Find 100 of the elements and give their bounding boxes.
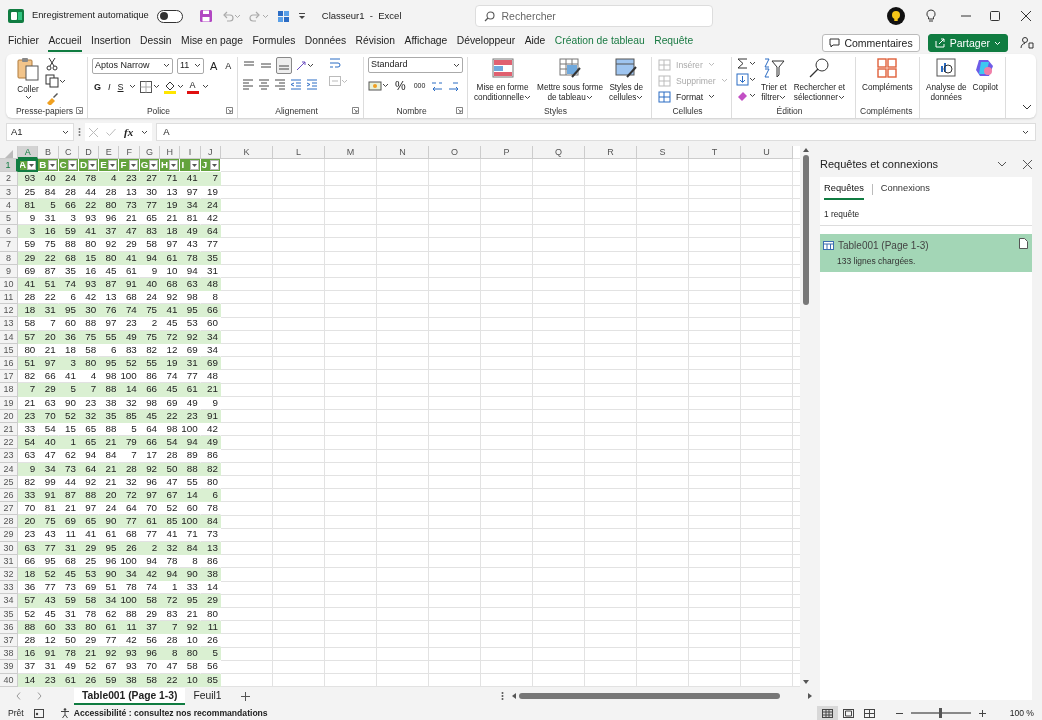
menu-tab[interactable]: Dessin xyxy=(140,34,172,52)
row-header[interactable]: 32 xyxy=(0,568,18,582)
filter-button[interactable] xyxy=(88,160,98,171)
orientation-icon[interactable] xyxy=(295,59,307,72)
analysis-button[interactable]: Copilot xyxy=(970,57,1000,103)
launcher-icon[interactable] xyxy=(456,107,463,114)
column-header[interactable]: T xyxy=(688,146,741,160)
row-header[interactable]: 28 xyxy=(0,515,18,529)
menu-tab[interactable]: Affichage xyxy=(404,34,448,52)
copy-icon[interactable] xyxy=(45,74,59,88)
column-header[interactable]: B xyxy=(38,146,59,160)
row-header[interactable]: 34 xyxy=(0,594,18,608)
column-header[interactable]: A xyxy=(18,146,39,160)
grid-icon[interactable] xyxy=(276,9,290,23)
menu-tab[interactable]: Développeur xyxy=(456,34,516,52)
editing-button[interactable]: Rechercher et sélectionner xyxy=(791,57,848,103)
search-field[interactable]: Rechercher xyxy=(474,5,713,27)
bottom-align-icon[interactable] xyxy=(276,57,292,74)
row-header[interactable]: 22 xyxy=(0,436,18,450)
currency-icon[interactable] xyxy=(368,79,382,92)
styles-button[interactable]: Mise en forme conditionnelle xyxy=(472,57,534,103)
column-header[interactable]: S xyxy=(636,146,689,160)
underline-button[interactable]: S xyxy=(115,78,126,95)
scroll-left-icon[interactable] xyxy=(512,693,516,699)
row-header[interactable]: 11 xyxy=(0,291,18,305)
menu-tab[interactable]: Requête xyxy=(654,34,694,52)
filter-button[interactable] xyxy=(47,160,57,171)
accessibility-status[interactable]: Accessibilité : consultez nos recommandations xyxy=(73,707,268,720)
panel-tab[interactable]: Requêtes xyxy=(824,179,864,201)
scroll-thumb[interactable] xyxy=(803,155,809,305)
row-header[interactable]: 18 xyxy=(0,383,18,397)
decrease-decimal-icon[interactable] xyxy=(447,79,460,92)
filter-button[interactable] xyxy=(209,160,219,171)
launcher-icon[interactable] xyxy=(352,107,359,114)
percent-button[interactable]: % xyxy=(393,77,408,94)
font-color-button[interactable]: A xyxy=(186,79,199,94)
italic-button[interactable]: I xyxy=(106,78,113,95)
menu-tab[interactable]: Mise en page xyxy=(181,34,243,52)
align-right-icon[interactable] xyxy=(274,78,286,90)
row-header[interactable]: 7 xyxy=(0,238,18,252)
menu-tab[interactable]: Aide xyxy=(524,34,546,52)
column-header[interactable]: F xyxy=(119,146,140,160)
editing-button[interactable]: Trier et filtrer xyxy=(759,57,789,103)
row-header[interactable]: 6 xyxy=(0,225,18,239)
save-icon[interactable] xyxy=(198,9,213,23)
filter-button[interactable] xyxy=(149,160,159,171)
wrap-text-icon[interactable] xyxy=(329,57,341,69)
row-header[interactable]: 1 xyxy=(0,159,18,173)
column-header[interactable]: N xyxy=(376,146,429,160)
avatar-icon[interactable] xyxy=(887,7,905,25)
font-size-dropdown[interactable]: 11 xyxy=(177,57,204,74)
filter-button[interactable] xyxy=(189,160,199,171)
column-header[interactable]: I xyxy=(180,146,201,160)
shrink-font-button[interactable]: A xyxy=(223,57,234,74)
column-header[interactable]: K xyxy=(220,146,273,160)
filter-button[interactable] xyxy=(108,160,118,171)
row-header[interactable]: 17 xyxy=(0,370,18,384)
menu-tab[interactable]: Données xyxy=(304,34,347,52)
row-header[interactable]: 16 xyxy=(0,357,18,371)
share-button[interactable]: Partager xyxy=(927,34,1008,52)
eraser-icon[interactable] xyxy=(736,89,749,102)
formula-field[interactable]: A xyxy=(156,123,1036,141)
panel-tab[interactable]: Connexions xyxy=(880,179,930,201)
row-header[interactable]: 2 xyxy=(0,172,18,186)
customize-icon[interactable] xyxy=(297,12,306,20)
align-left-icon[interactable] xyxy=(242,78,254,90)
query-item[interactable]: Table001 (Page 1-3) 133 lignes chargées. xyxy=(820,233,1032,272)
scissors-icon[interactable] xyxy=(45,57,59,71)
increase-decimal-icon[interactable] xyxy=(431,79,444,92)
zoom-in-icon[interactable] xyxy=(978,710,986,717)
menu-tab[interactable]: Insertion xyxy=(91,34,131,52)
lightbulb-icon[interactable] xyxy=(925,9,937,23)
sheet-tab[interactable]: Feuil1 xyxy=(185,687,230,705)
column-header[interactable]: H xyxy=(160,146,181,160)
launcher-icon[interactable] xyxy=(226,107,233,114)
filter-button[interactable] xyxy=(128,160,138,171)
row-header[interactable]: 29 xyxy=(0,528,18,542)
maximize-icon[interactable] xyxy=(990,11,1000,21)
add-sheet-icon[interactable] xyxy=(241,691,251,701)
column-header[interactable]: O xyxy=(428,146,481,160)
people-icon[interactable] xyxy=(1020,36,1034,50)
menu-tab[interactable]: Formules xyxy=(252,34,296,52)
sum-icon[interactable] xyxy=(736,57,749,70)
scroll-up-icon[interactable] xyxy=(803,148,809,152)
autosave-toggle[interactable] xyxy=(156,9,183,23)
menu-tab[interactable]: Fichier xyxy=(8,34,39,52)
macro-icon[interactable] xyxy=(33,709,44,718)
column-header[interactable]: J xyxy=(200,146,221,160)
add-ins-button[interactable]: Compléments xyxy=(860,57,915,93)
column-header[interactable]: L xyxy=(272,146,325,160)
column-header[interactable]: E xyxy=(99,146,120,160)
grow-font-button[interactable]: A xyxy=(208,57,220,74)
row-header[interactable]: 12 xyxy=(0,304,18,318)
borders-icon[interactable] xyxy=(138,79,153,94)
analysis-button[interactable]: Analyse de données xyxy=(924,57,969,103)
collapse-icon[interactable] xyxy=(997,161,1007,168)
styles-button[interactable]: Mettre sous forme de tableau xyxy=(535,57,606,103)
name-box[interactable]: A1 xyxy=(6,123,74,141)
fill-color-icon[interactable] xyxy=(162,79,177,94)
filter-button[interactable] xyxy=(27,160,37,171)
